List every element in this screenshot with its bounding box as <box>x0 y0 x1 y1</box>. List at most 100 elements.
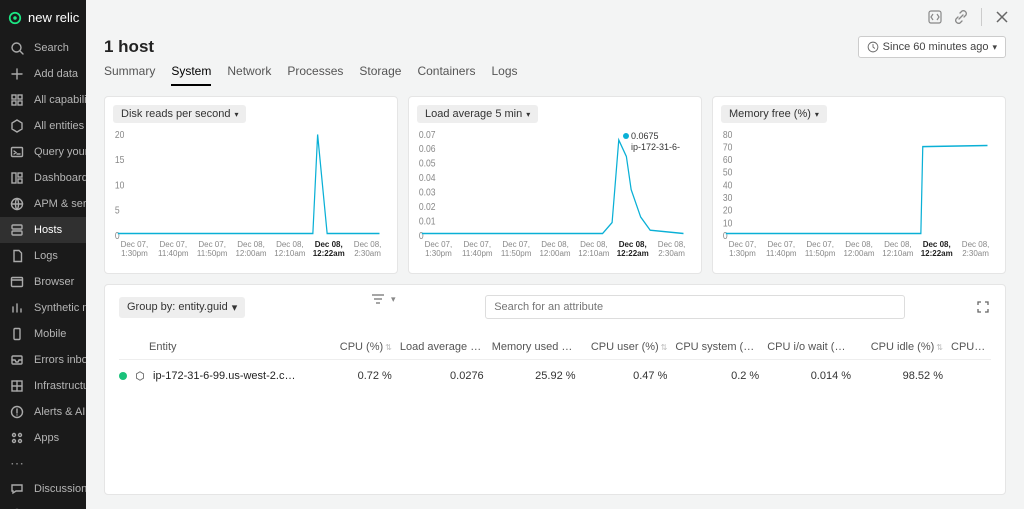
nav-label: Query your data <box>34 146 86 158</box>
tab-system[interactable]: System <box>171 58 211 86</box>
x-tick: Dec 08,12:10am <box>574 241 613 259</box>
sidebar-item-apps[interactable]: Apps <box>0 425 86 451</box>
x-tick: Dec 07,11:50pm <box>801 241 840 259</box>
sidebar-item-dashboards[interactable]: Dashboards <box>0 165 86 191</box>
svg-text:20: 20 <box>115 129 125 140</box>
x-tick: Dec 08,2:30am <box>652 241 691 259</box>
nav-label: Apps <box>34 432 59 444</box>
attribute-search-input[interactable] <box>485 295 905 319</box>
table-controls: Group by: entity.guid ▾ <box>119 295 991 319</box>
x-tick: Dec 08,12:22am <box>613 241 652 259</box>
sidebar-bottom-help[interactable]: Help <box>0 502 86 509</box>
tooltip: 0.0675ip-172-31-6- <box>623 131 680 153</box>
svg-text:15: 15 <box>115 155 125 166</box>
col-header[interactable]: CPU i/o wait (%)⇅ <box>763 335 855 360</box>
tab-summary[interactable]: Summary <box>104 58 155 86</box>
nav-label: Search <box>34 42 69 54</box>
permalink-icon[interactable] <box>953 9 969 25</box>
col-header[interactable]: Load average 1 ...⇅ <box>396 335 488 360</box>
cell-load: 0.0276 <box>396 360 488 393</box>
tab-containers[interactable]: Containers <box>417 58 475 86</box>
sidebar: new relic Search Add dataAll capabilities… <box>0 0 86 509</box>
browser-icon <box>10 275 24 289</box>
svg-text:80: 80 <box>723 129 733 140</box>
svg-text:0: 0 <box>115 230 120 239</box>
sidebar-item-synthetic-monitoring[interactable]: Synthetic monitoring <box>0 295 86 321</box>
brand-text: new relic <box>28 10 79 25</box>
chart-body[interactable]: 20151050 <box>113 129 389 239</box>
chevron-down-icon: ▾ <box>815 110 819 119</box>
col-header[interactable]: CPU (%)⇅ <box>304 335 396 360</box>
tab-logs[interactable]: Logs <box>491 58 517 86</box>
brand-logo[interactable]: new relic <box>0 0 86 35</box>
x-tick: Dec 08,12:00am <box>232 241 271 259</box>
sidebar-item-search[interactable]: Search <box>0 35 86 61</box>
sidebar-item-logs[interactable]: Logs <box>0 243 86 269</box>
nav-label: Browser <box>34 276 74 288</box>
sidebar-bottom-discussions[interactable]: Discussions <box>0 476 86 502</box>
svg-text:0.01: 0.01 <box>419 216 436 227</box>
x-tick: Dec 08,12:22am <box>917 241 956 259</box>
sidebar-item-add-data[interactable]: Add data <box>0 61 86 87</box>
x-tick: Dec 07,11:50pm <box>193 241 232 259</box>
filter-sort-icons[interactable]: ▾ <box>371 293 396 305</box>
chart-title: Load average 5 min <box>425 108 522 120</box>
expand-icon[interactable] <box>975 299 991 315</box>
chart-body[interactable]: 0.0675ip-172-31-6- 0.070.060.050.040.030… <box>417 129 693 239</box>
sidebar-bottom: DiscussionsHelpKevin Downs <box>0 476 86 509</box>
sidebar-item-alerts-ai[interactable]: Alerts & AI <box>0 399 86 425</box>
sidebar-item-hosts[interactable]: Hosts <box>0 217 86 243</box>
col-header[interactable]: CPU system (%)⇅ <box>671 335 763 360</box>
table-row[interactable]: ip-172-31-6-99.us-west-2.compute.int… 0.… <box>119 360 991 393</box>
close-icon[interactable] <box>994 9 1010 25</box>
col-header[interactable]: CPU user (%)⇅ <box>580 335 672 360</box>
nav-label: Hosts <box>34 224 62 236</box>
x-tick: Dec 08,12:10am <box>270 241 309 259</box>
hosts-table: EntityCPU (%)⇅Load average 1 ...⇅Memory … <box>119 335 991 392</box>
sidebar-item-all-entities[interactable]: All entities <box>0 113 86 139</box>
globe-icon <box>10 197 24 211</box>
chart-body[interactable]: 80706050403020100 <box>721 129 997 239</box>
sidebar-more[interactable]: ⋯ <box>0 451 86 476</box>
infra-icon <box>10 379 24 393</box>
chart-title-pill[interactable]: Memory free (%) ▾ <box>721 105 827 123</box>
x-axis-labels: Dec 07,1:30pmDec 07,11:40pmDec 07,11:50p… <box>417 241 693 259</box>
cell-mem: 25.92 % <box>488 360 580 393</box>
sidebar-item-all-capabilities[interactable]: All capabilities <box>0 87 86 113</box>
chevron-down-icon: ▾ <box>526 110 530 119</box>
cell-cpust <box>947 360 991 393</box>
search-icon <box>10 41 24 55</box>
cell-cpu: 0.72 % <box>304 360 396 393</box>
tab-storage[interactable]: Storage <box>359 58 401 86</box>
x-tick: Dec 07,1:30pm <box>115 241 154 259</box>
col-header[interactable]: Memory used (%)⇅ <box>488 335 580 360</box>
time-picker[interactable]: Since 60 minutes ago ▾ <box>858 36 1006 58</box>
col-header[interactable]: CPU idle (%)⇅ <box>855 335 947 360</box>
tab-network[interactable]: Network <box>227 58 271 86</box>
col-header[interactable]: Entity <box>119 335 304 360</box>
groupby-pill[interactable]: Group by: entity.guid ▾ <box>119 297 245 318</box>
nav-label: Errors inbox <box>34 354 86 366</box>
sidebar-item-query-your-data[interactable]: Query your data <box>0 139 86 165</box>
nav-label: Synthetic monitoring <box>34 302 86 314</box>
topbar <box>86 0 1024 26</box>
tab-processes[interactable]: Processes <box>287 58 343 86</box>
col-header[interactable]: CPU ste <box>947 335 991 360</box>
chat-icon <box>10 482 24 496</box>
mobile-icon <box>10 327 24 341</box>
chart-title: Memory free (%) <box>729 108 811 120</box>
chart-title-pill[interactable]: Load average 5 min ▾ <box>417 105 538 123</box>
sidebar-item-infrastructure[interactable]: Infrastructure <box>0 373 86 399</box>
entity-cell: ip-172-31-6-99.us-west-2.compute.int… <box>119 370 300 382</box>
sidebar-item-mobile[interactable]: Mobile <box>0 321 86 347</box>
svg-text:40: 40 <box>723 180 733 191</box>
sidebar-item-browser[interactable]: Browser <box>0 269 86 295</box>
nav-label: Discussions <box>34 483 86 495</box>
chart-card-0: Disk reads per second▾ 20151050 Dec 07,1… <box>104 96 398 274</box>
chart-title-pill[interactable]: Disk reads per second▾ <box>113 105 246 123</box>
share-embed-icon[interactable] <box>927 9 943 25</box>
svg-text:0.03: 0.03 <box>419 187 436 198</box>
sidebar-item-apm-services[interactable]: APM & services <box>0 191 86 217</box>
sidebar-item-errors-inbox[interactable]: Errors inbox <box>0 347 86 373</box>
server-icon <box>10 223 24 237</box>
